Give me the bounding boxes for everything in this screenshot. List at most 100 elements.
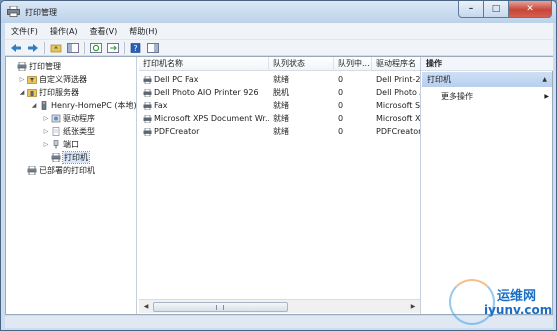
actions-section-label: 打印机 bbox=[427, 75, 451, 84]
queue-status: 就绪 bbox=[273, 101, 289, 110]
printer-icon bbox=[143, 88, 152, 97]
forward-button[interactable] bbox=[26, 42, 40, 54]
server-icon bbox=[41, 101, 47, 110]
toolbar-separator bbox=[84, 41, 85, 54]
expand-icon[interactable]: ▷ bbox=[18, 76, 26, 83]
drivers-icon bbox=[51, 114, 61, 123]
export-list-button[interactable] bbox=[106, 42, 120, 54]
scrollbar-thumb[interactable] bbox=[153, 302, 288, 312]
folder-up-icon bbox=[50, 44, 62, 52]
collapse-icon[interactable]: ◢ bbox=[30, 102, 38, 109]
export-list-icon bbox=[107, 42, 119, 53]
tree-node-ports[interactable]: ▷ 端口 bbox=[42, 138, 79, 151]
actions-pane: 操作 打印机 ▲ 更多操作 ▶ bbox=[420, 57, 553, 314]
scroll-right-icon[interactable]: ▶ bbox=[407, 302, 419, 312]
close-button[interactable]: ✕ bbox=[509, 1, 552, 18]
tree-node-forms[interactable]: ▷ 纸张类型 bbox=[42, 125, 95, 138]
tree-label: 端口 bbox=[63, 140, 79, 149]
tree-label: 打印管理 bbox=[29, 62, 61, 71]
actions-section-printers[interactable]: 打印机 ▲ bbox=[422, 72, 552, 87]
queue-status: 就绪 bbox=[273, 75, 289, 84]
menu-action[interactable]: 操作(A) bbox=[44, 26, 84, 37]
scroll-left-icon[interactable]: ◀ bbox=[140, 302, 152, 312]
jobs-in-queue: 0 bbox=[338, 114, 344, 123]
deployed-printer-icon bbox=[27, 166, 37, 175]
maximize-button[interactable]: □ bbox=[484, 1, 509, 18]
tree-node-printers[interactable]: 打印机 bbox=[42, 151, 90, 164]
show-hide-tree-button[interactable] bbox=[66, 42, 80, 54]
jobs-in-queue: 0 bbox=[338, 101, 344, 110]
minimize-button[interactable]: – bbox=[458, 1, 484, 18]
window-title: 打印管理 bbox=[25, 8, 57, 17]
more-actions-item[interactable]: 更多操作 ▶ bbox=[441, 90, 551, 103]
printer-name: Dell PC Fax bbox=[154, 75, 199, 84]
column-header-queue-status[interactable]: 队列状态 bbox=[269, 57, 334, 71]
toolbar: ? bbox=[5, 39, 553, 55]
watermark-logo: 运维网 iyunv.com bbox=[449, 279, 554, 329]
tree-label: 驱动程序 bbox=[63, 114, 95, 123]
tree-label: Henry-HomePC (本地) bbox=[51, 101, 137, 110]
menu-bar: 文件(F) 操作(A) 查看(V) 帮助(H) bbox=[5, 23, 553, 39]
table-row[interactable]: Fax 就绪 0 Microsoft S bbox=[139, 99, 420, 112]
toolbar-separator bbox=[44, 41, 45, 54]
app-window: 打印管理 – □ ✕ 文件(F) 操作(A) 查看(V) 帮助(H) ? 打印管… bbox=[0, 0, 557, 331]
table-row[interactable]: Dell PC Fax 就绪 0 Dell Print-2- bbox=[139, 73, 420, 86]
column-header-driver[interactable]: 驱动程序名 bbox=[372, 57, 420, 71]
table-row[interactable]: Microsoft XPS Document Wr... 就绪 0 Micros… bbox=[139, 112, 420, 125]
tree-node-custom-filters[interactable]: ▷ 自定义筛选器 bbox=[18, 73, 87, 86]
menu-help[interactable]: 帮助(H) bbox=[123, 26, 163, 37]
collapse-caret-icon[interactable]: ▲ bbox=[542, 72, 547, 87]
driver-name: Microsoft S bbox=[376, 101, 420, 110]
back-button[interactable] bbox=[9, 42, 23, 54]
printer-icon bbox=[143, 114, 152, 123]
queue-status: 脱机 bbox=[273, 88, 289, 97]
refresh-icon bbox=[90, 42, 102, 53]
driver-name: Dell Print-2- bbox=[376, 75, 420, 84]
printer-name: Microsoft XPS Document Wr... bbox=[154, 114, 269, 123]
tree-node-root[interactable]: 打印管理 bbox=[8, 60, 61, 73]
expand-icon[interactable]: ▷ bbox=[42, 115, 50, 122]
printer-name: Fax bbox=[154, 101, 168, 110]
driver-name: Microsoft X bbox=[376, 114, 420, 123]
title-bar[interactable]: 打印管理 – □ ✕ bbox=[1, 1, 556, 23]
main-content: 打印管理 ▷ 自定义筛选器 ◢ 打印服务器 ◢ Henry-HomePC (本地… bbox=[5, 56, 553, 315]
minimize-icon: – bbox=[468, 4, 474, 14]
more-actions-label: 更多操作 bbox=[441, 92, 473, 101]
expand-icon[interactable]: ▷ bbox=[42, 128, 50, 135]
tree-node-drivers[interactable]: ▷ 驱动程序 bbox=[42, 112, 95, 125]
help-icon: ? bbox=[130, 42, 141, 53]
watermark-text-en: iyunv.com bbox=[484, 303, 553, 317]
queue-status: 就绪 bbox=[273, 114, 289, 123]
help-button[interactable]: ? bbox=[129, 42, 143, 54]
horizontal-scrollbar[interactable]: ◀ ▶ bbox=[139, 299, 420, 313]
watermark-text-cn: 运维网 bbox=[497, 289, 537, 304]
list-header: 打印机名称 队列状态 队列中... 驱动程序名 bbox=[139, 57, 420, 71]
action-pane-icon bbox=[147, 42, 159, 53]
printer-icon bbox=[143, 127, 152, 136]
menu-file[interactable]: 文件(F) bbox=[5, 26, 44, 37]
printer-name: PDFCreator bbox=[154, 127, 200, 136]
collapse-icon[interactable]: ◢ bbox=[18, 89, 26, 96]
svg-text:?: ? bbox=[133, 44, 137, 53]
tree-label: 纸张类型 bbox=[63, 127, 95, 136]
tree-node-server[interactable]: ◢ Henry-HomePC (本地) bbox=[30, 99, 137, 112]
refresh-button[interactable] bbox=[89, 42, 103, 54]
column-header-name[interactable]: 打印机名称 bbox=[139, 57, 269, 71]
up-folder-button[interactable] bbox=[49, 42, 63, 54]
tree-label: 打印机 bbox=[62, 151, 90, 164]
printer-icon bbox=[51, 153, 61, 162]
table-row[interactable]: Dell Photo AIO Printer 926 脱机 0 Dell Pho… bbox=[139, 86, 420, 99]
table-row[interactable]: PDFCreator 就绪 0 PDFCreator bbox=[139, 125, 420, 138]
printer-icon bbox=[143, 75, 152, 84]
printer-list: 打印机名称 队列状态 队列中... 驱动程序名 Dell PC Fax 就绪 0… bbox=[139, 57, 420, 314]
menu-view[interactable]: 查看(V) bbox=[84, 26, 124, 37]
toolbar-separator bbox=[124, 41, 125, 54]
column-header-jobs-in-queue[interactable]: 队列中... bbox=[334, 57, 372, 71]
forward-arrow-icon bbox=[28, 43, 38, 52]
printer-name: Dell Photo AIO Printer 926 bbox=[154, 88, 259, 97]
printer-icon bbox=[143, 101, 152, 110]
tree-node-print-servers[interactable]: ◢ 打印服务器 bbox=[18, 86, 79, 99]
tree-node-deployed-printers[interactable]: 已部署的打印机 bbox=[18, 164, 95, 177]
show-hide-action-pane-button[interactable] bbox=[146, 42, 160, 54]
expand-icon[interactable]: ▷ bbox=[42, 141, 50, 148]
